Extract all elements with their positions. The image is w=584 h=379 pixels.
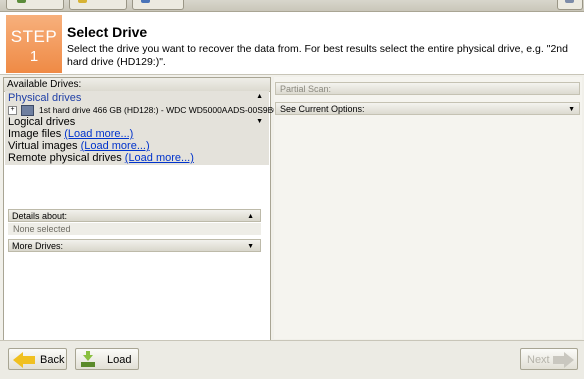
- available-drives-header: Available Drives:: [4, 78, 270, 92]
- more-drives-label: More Drives:: [12, 241, 64, 251]
- expand-icon[interactable]: +: [8, 106, 17, 116]
- current-options-label: See Current Options:: [280, 104, 365, 114]
- drive-item-label: 1st hard drive 466 GB (HD128:) - WDC WD5…: [39, 105, 279, 115]
- virtual-images-load-more-link[interactable]: (Load more...): [81, 140, 150, 152]
- toolbar-button-help[interactable]: [557, 0, 583, 10]
- partial-scan-label: Partial Scan:: [280, 84, 332, 94]
- image-files-load-more-link[interactable]: (Load more...): [64, 128, 133, 140]
- expand-arrow-icon[interactable]: ▼: [247, 240, 254, 253]
- step-header: STEP 1 Select Drive Select the drive you…: [0, 12, 584, 75]
- top-toolbar: [0, 0, 584, 12]
- step-number: 1: [29, 48, 39, 65]
- expand-arrow-icon[interactable]: ▼: [568, 103, 575, 116]
- collapse-arrow-icon[interactable]: ▲: [247, 210, 254, 223]
- remote-drives-group: Remote physical drives (Load more...): [8, 152, 194, 164]
- virtual-images-group: Virtual images (Load more...): [8, 140, 150, 152]
- image-files-label: Image files: [8, 128, 62, 140]
- current-options-bar[interactable]: See Current Options: ▼: [275, 102, 580, 115]
- virtual-images-label: Virtual images: [8, 140, 78, 152]
- toolbar-icon: [141, 0, 150, 3]
- toolbar-button-1[interactable]: [6, 0, 64, 10]
- remote-drives-load-more-link[interactable]: (Load more...): [125, 152, 194, 164]
- next-button[interactable]: Next: [520, 348, 578, 370]
- load-icon: [81, 351, 95, 367]
- load-button-label: Load: [107, 354, 132, 366]
- logical-drives-group[interactable]: Logical drives: [8, 116, 75, 128]
- expand-arrow-icon[interactable]: ▼: [256, 118, 263, 125]
- drive-item[interactable]: +1st hard drive 466 GB (HD128:) - WDC WD…: [8, 104, 279, 117]
- back-button-label: Back: [40, 354, 65, 366]
- step-word: STEP: [10, 27, 58, 46]
- logical-drives-label: Logical drives: [8, 116, 76, 128]
- details-about-label: Details about:: [12, 211, 68, 221]
- back-button[interactable]: Back: [8, 348, 67, 370]
- remote-drives-label: Remote physical drives: [8, 152, 122, 164]
- physical-drives-label: Physical drives: [8, 92, 82, 104]
- details-value: None selected: [8, 223, 261, 235]
- hard-drive-icon: [21, 105, 34, 117]
- load-button[interactable]: Load: [75, 348, 139, 370]
- more-drives-bar[interactable]: More Drives: ▼: [8, 239, 261, 252]
- page-title: Select Drive: [67, 24, 148, 40]
- image-files-group: Image files (Load more...): [8, 128, 133, 140]
- page-description: Select the drive you want to recover the…: [67, 43, 568, 68]
- back-arrow-icon-tail: [22, 356, 35, 364]
- toolbar-icon: [78, 0, 87, 3]
- next-button-label: Next: [527, 354, 550, 366]
- next-arrow-icon: [564, 352, 574, 368]
- wizard-footer: Back Load Next: [0, 340, 584, 379]
- drive-tree: Physical drives ▲ +1st hard drive 466 GB…: [5, 91, 278, 165]
- details-about-bar[interactable]: Details about: ▲: [8, 209, 261, 222]
- help-icon: [565, 0, 574, 3]
- physical-drives-group[interactable]: Physical drives: [8, 92, 81, 104]
- step-badge: STEP 1: [6, 15, 62, 73]
- toolbar-icon: [17, 0, 26, 3]
- collapse-arrow-icon[interactable]: ▲: [256, 93, 263, 100]
- toolbar-button-2[interactable]: [69, 0, 127, 10]
- toolbar-button-3[interactable]: [132, 0, 184, 10]
- options-panel: Partial Scan: See Current Options: ▼: [274, 77, 582, 339]
- partial-scan-bar[interactable]: Partial Scan:: [275, 82, 580, 95]
